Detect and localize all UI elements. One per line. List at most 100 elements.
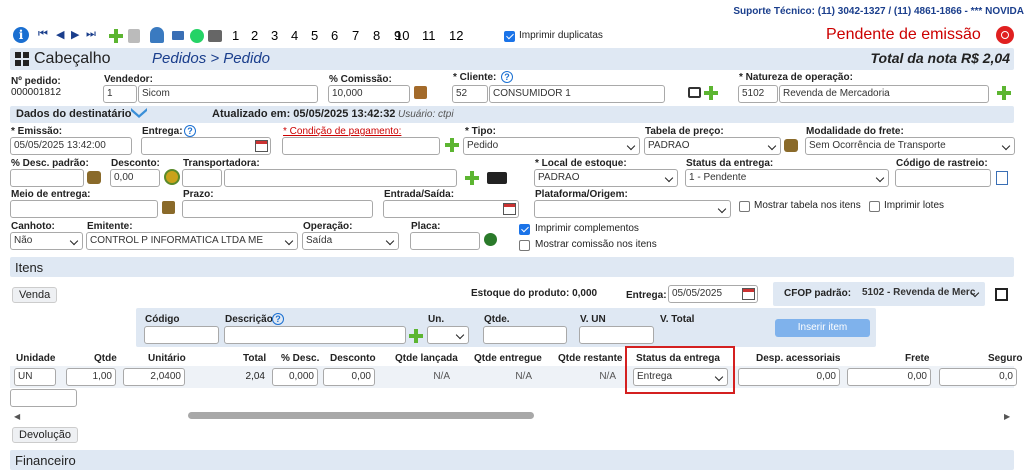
add-nature-icon[interactable] [996, 85, 1012, 101]
book-icon[interactable] [688, 87, 701, 98]
un-select[interactable] [427, 326, 469, 344]
codigo-input[interactable] [144, 326, 219, 344]
page-link-4[interactable]: 4 [291, 28, 298, 43]
nature-code-input[interactable]: 5102 [738, 85, 778, 103]
calendar-icon[interactable] [503, 203, 516, 215]
client-name-input[interactable]: CONSUMIDOR 1 [489, 85, 665, 103]
client-code-input[interactable]: 52 [452, 85, 488, 103]
calendar-icon[interactable] [742, 288, 755, 300]
help-icon[interactable]: ? [501, 71, 513, 83]
row-seguro[interactable]: 0,0 [939, 368, 1017, 386]
page-link-8[interactable]: 8 [373, 28, 380, 43]
page-link-10[interactable]: 10 [395, 28, 409, 43]
estoque-select[interactable]: PADRAO [534, 169, 678, 187]
placa-input[interactable] [410, 232, 480, 250]
add-condicao-icon[interactable] [444, 137, 460, 153]
page-link-6[interactable]: 6 [331, 28, 338, 43]
desconto-input[interactable]: 0,00 [110, 169, 160, 187]
status-entrega-select[interactable]: 1 - Pendente [685, 169, 889, 187]
copy-icon[interactable] [128, 29, 140, 43]
tipo-select[interactable]: Pedido [463, 137, 640, 155]
page-link-7[interactable]: 7 [352, 28, 359, 43]
coin-icon[interactable] [164, 169, 180, 185]
page-link-11[interactable]: 11 [422, 28, 436, 43]
dest-label[interactable]: Dados do destinatário [16, 108, 132, 120]
row-frete[interactable]: 0,00 [847, 368, 931, 386]
user-icon[interactable] [150, 27, 164, 43]
add-product-icon[interactable] [408, 328, 424, 344]
row-extra-input[interactable] [10, 389, 77, 407]
add-client-icon[interactable] [703, 85, 719, 101]
next-icon[interactable]: ▶ [71, 28, 79, 41]
descricao-input[interactable] [224, 326, 406, 344]
row-unitario[interactable]: 2,0400 [123, 368, 185, 386]
plataforma-select[interactable] [534, 200, 731, 218]
info-icon[interactable]: i [13, 27, 29, 43]
delivery-icon[interactable] [162, 201, 175, 214]
condicao-input[interactable] [282, 137, 440, 155]
printer-icon[interactable] [208, 30, 222, 42]
meio-input[interactable] [10, 200, 158, 218]
mostrar-comissao-checkbox[interactable] [519, 240, 530, 251]
row-unidade[interactable]: UN [14, 368, 56, 386]
whatsapp-icon[interactable] [190, 29, 204, 43]
page-link-2[interactable]: 2 [251, 28, 258, 43]
row-qtde[interactable]: 1,00 [66, 368, 116, 386]
qtde-input[interactable] [483, 326, 567, 344]
commission-input[interactable]: 10,000 [328, 85, 410, 103]
emissao-input[interactable]: 05/05/2025 13:42:00 [10, 137, 132, 155]
truck-icon[interactable] [487, 172, 507, 184]
row-desconto[interactable]: 0,00 [323, 368, 375, 386]
nature-name-input[interactable]: Revenda de Mercadoria [779, 85, 989, 103]
seller-code-input[interactable]: 1 [103, 85, 137, 103]
last-icon[interactable]: ⏭ [86, 28, 96, 41]
first-icon[interactable]: ⏮ [38, 28, 48, 41]
add-icon[interactable] [108, 28, 124, 44]
add-transp-icon[interactable] [464, 170, 480, 186]
help-icon[interactable]: ? [272, 313, 284, 325]
entrada-saida-input[interactable] [383, 200, 519, 218]
operacao-select[interactable]: Saída [302, 232, 399, 250]
mail-icon[interactable] [172, 31, 184, 40]
frete-select[interactable]: Sem Ocorrência de Transporte [805, 137, 1015, 155]
imprimir-complementos-checkbox[interactable] [519, 224, 530, 235]
transp-code-input[interactable] [182, 169, 222, 187]
price-icon[interactable] [784, 139, 798, 152]
horizontal-scrollbar[interactable] [188, 412, 534, 419]
row-status-select[interactable]: Entrega [633, 368, 728, 386]
canhoto-select[interactable]: Não [10, 232, 83, 250]
prev-icon[interactable]: ◀ [56, 28, 64, 41]
page-link-5[interactable]: 5 [311, 28, 318, 43]
print-duplicates-checkbox[interactable] [504, 31, 515, 42]
mostrar-tabela-checkbox[interactable] [739, 201, 750, 212]
desc-padrao-input[interactable] [10, 169, 84, 187]
scroll-left-icon[interactable]: ◀ [14, 412, 20, 421]
vun-input[interactable] [579, 326, 654, 344]
expand-icon[interactable] [995, 288, 1008, 301]
page-link-3[interactable]: 3 [271, 28, 278, 43]
seller-name-input[interactable]: Sicom [138, 85, 318, 103]
venda-button[interactable]: Venda [12, 287, 58, 303]
row-pdesc[interactable]: 0,000 [272, 368, 318, 386]
edit-icon[interactable] [996, 171, 1008, 185]
power-icon[interactable] [996, 26, 1014, 44]
rastreio-input[interactable] [895, 169, 991, 187]
page-link-12[interactable]: 12 [449, 28, 463, 43]
help-icon[interactable]: ? [184, 125, 196, 137]
tabela-select[interactable]: PADRAO [644, 137, 781, 155]
imprimir-lotes-checkbox[interactable] [869, 201, 880, 212]
scroll-right-icon[interactable]: ▶ [1004, 412, 1010, 421]
transp-name-input[interactable] [224, 169, 457, 187]
page-link-1[interactable]: 1 [232, 28, 239, 43]
devolucao-button[interactable]: Devolução [12, 427, 78, 443]
calendar-icon[interactable] [255, 140, 268, 152]
discount-icon[interactable] [87, 171, 101, 184]
entrega-input[interactable] [141, 137, 271, 155]
prazo-input[interactable] [182, 200, 373, 218]
commission-icon[interactable] [414, 86, 427, 99]
row-desp[interactable]: 0,00 [738, 368, 840, 386]
condicao-label[interactable]: * Condição de pagamento: [283, 126, 401, 137]
inserir-item-button[interactable]: Inserir item [775, 319, 870, 337]
cfop-select[interactable]: 5102 - Revenda de Merc [859, 285, 983, 303]
emitente-select[interactable]: CONTROL P INFORMATICA LTDA ME [86, 232, 298, 250]
